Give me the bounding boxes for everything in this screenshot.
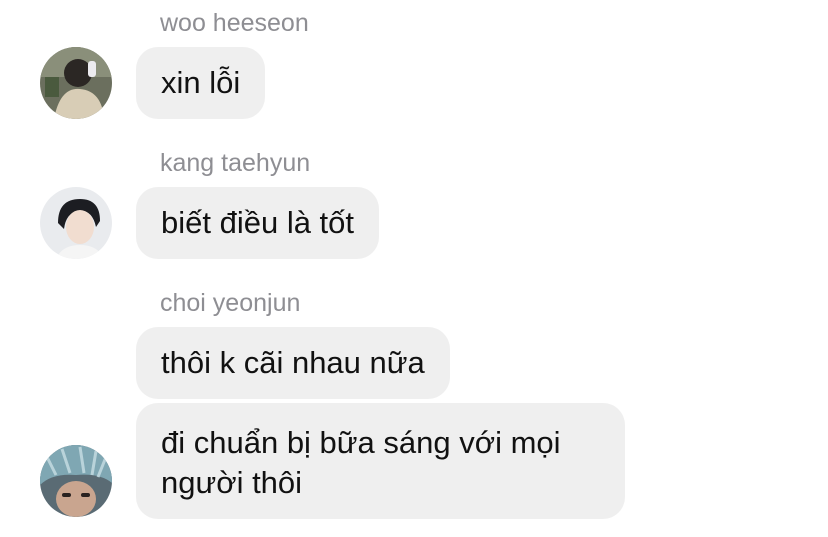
message-text: xin lỗi	[161, 65, 241, 100]
sender-name: choi yeonjun	[160, 289, 301, 317]
message-bubble[interactable]: biết điều là tốt	[136, 187, 380, 259]
avatar[interactable]	[40, 445, 112, 517]
message-bubble[interactable]: thôi k cãi nhau nữa	[136, 327, 450, 399]
message-text: thôi k cãi nhau nữa	[161, 345, 425, 380]
sender-name: woo heeseon	[160, 9, 309, 37]
message-text: đi chuẩn bị bữa sáng với mọi người thôi	[161, 425, 561, 500]
message-text: biết điều là tốt	[161, 205, 355, 240]
avatar[interactable]	[40, 47, 112, 119]
sender-name: kang taehyun	[160, 149, 311, 177]
message-bubble[interactable]: đi chuẩn bị bữa sáng với mọi người thôi	[136, 403, 625, 519]
message-bubble[interactable]: xin lỗi	[136, 47, 266, 119]
avatar[interactable]	[40, 187, 112, 259]
